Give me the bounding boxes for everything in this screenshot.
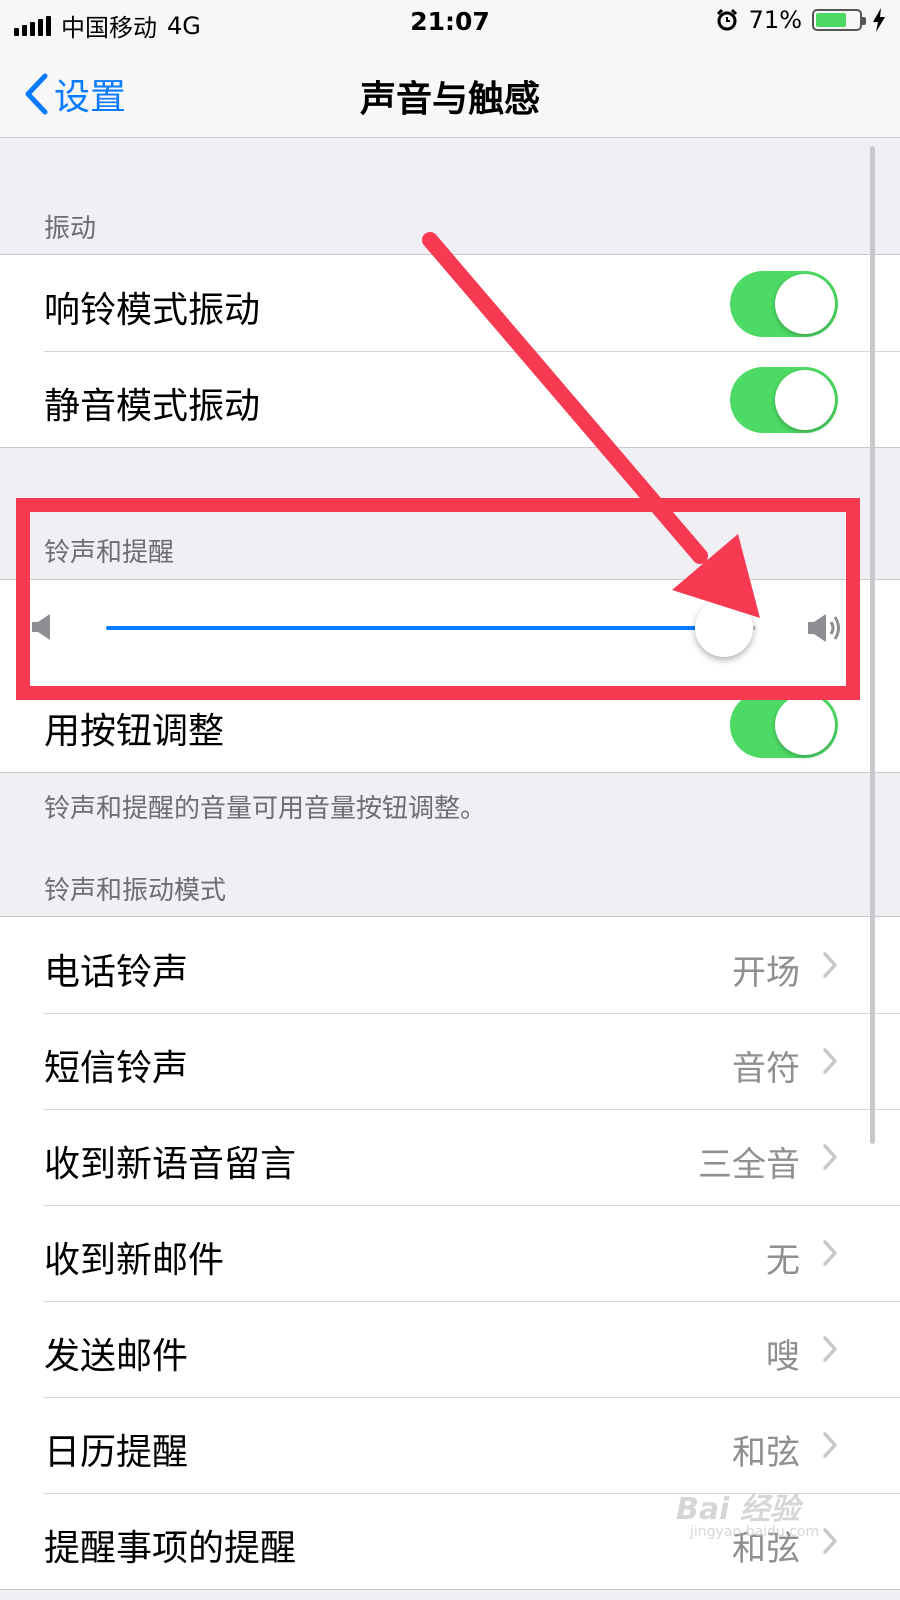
list-item-value: 三全音 [698, 1145, 800, 1185]
chevron-right-icon [823, 952, 837, 978]
chevron-right-icon [823, 1432, 837, 1458]
list-item-calendar-alerts[interactable]: 日历提醒 和弦 [0, 1397, 900, 1493]
volume-slider-track[interactable] [106, 599, 756, 657]
silent-vibrate-label: 静音模式振动 [44, 386, 261, 427]
ring-vibrate-row: 响铃模式振动 [0, 255, 900, 351]
section-header-vibrate: 振动 [44, 214, 97, 244]
watermark-logo: Bai 经验 [676, 1492, 800, 1527]
list-item-label: 电话铃声 [44, 952, 189, 993]
chevron-right-icon [823, 1240, 837, 1266]
section-header-ringer: 铃声和提醒 [44, 538, 175, 568]
scroll-indicator [870, 146, 875, 1144]
list-item-value: 和弦 [732, 1433, 800, 1473]
section-header-patterns: 铃声和振动模式 [44, 876, 227, 906]
list-item-new-mail[interactable]: 收到新邮件 无 [0, 1205, 900, 1301]
list-item-label: 发送邮件 [44, 1336, 189, 1377]
volume-slider-thumb[interactable] [694, 599, 753, 657]
volume-slider-fill [106, 626, 724, 630]
ringer-group: 用按钮调整 [0, 579, 900, 773]
volume-high-icon [808, 614, 840, 642]
list-item-sent-mail[interactable]: 发送邮件 嗖 [0, 1301, 900, 1397]
adjust-with-buttons-toggle[interactable] [730, 692, 838, 758]
list-item-label: 收到新语音留言 [44, 1144, 297, 1185]
battery-percent: 71% [748, 6, 802, 34]
battery-icon [812, 9, 866, 31]
silent-vibrate-row: 静音模式振动 [0, 351, 900, 447]
adjust-with-buttons-row: 用按钮调整 [0, 676, 900, 772]
status-right: 71% [715, 6, 886, 34]
chevron-right-icon [823, 1048, 837, 1074]
navigation-bar: 设置 声音与触感 [0, 46, 900, 138]
adjust-with-buttons-label: 用按钮调整 [44, 711, 225, 752]
list-item-new-voicemail[interactable]: 收到新语音留言 三全音 [0, 1109, 900, 1205]
list-item-phone-ringtone[interactable]: 电话铃声 开场 [0, 917, 900, 1013]
list-item-label: 日历提醒 [44, 1432, 189, 1473]
silent-vibrate-toggle[interactable] [730, 367, 838, 433]
ringer-footer-note: 铃声和提醒的音量可用音量按钮调整。 [44, 794, 487, 824]
volume-slider-row [0, 580, 900, 676]
vibrate-group: 响铃模式振动 静音模式振动 [0, 254, 900, 448]
watermark-url: jingyan.baidu.com [690, 1524, 820, 1540]
list-item-label: 收到新邮件 [44, 1240, 225, 1281]
list-item-sms-ringtone[interactable]: 短信铃声 音符 [0, 1013, 900, 1109]
list-item-label: 提醒事项的提醒 [44, 1528, 297, 1569]
list-item-value: 无 [766, 1241, 800, 1281]
alarm-icon [716, 8, 737, 31]
status-bar: 中国移动 4G 21:07 71% [0, 0, 900, 46]
chevron-right-icon [823, 1144, 837, 1170]
chevron-right-icon [823, 1336, 837, 1362]
ring-vibrate-label: 响铃模式振动 [44, 290, 261, 331]
page-title: 声音与触感 [359, 79, 540, 120]
ring-vibrate-toggle[interactable] [730, 271, 838, 337]
chevron-right-icon [823, 1528, 837, 1554]
list-item-value: 开场 [732, 953, 800, 993]
volume-low-icon [32, 614, 50, 640]
list-item-value: 音符 [732, 1049, 800, 1089]
list-item-label: 短信铃声 [44, 1048, 189, 1089]
charging-bolt-icon [873, 8, 885, 32]
list-item-value: 嗖 [766, 1337, 800, 1377]
